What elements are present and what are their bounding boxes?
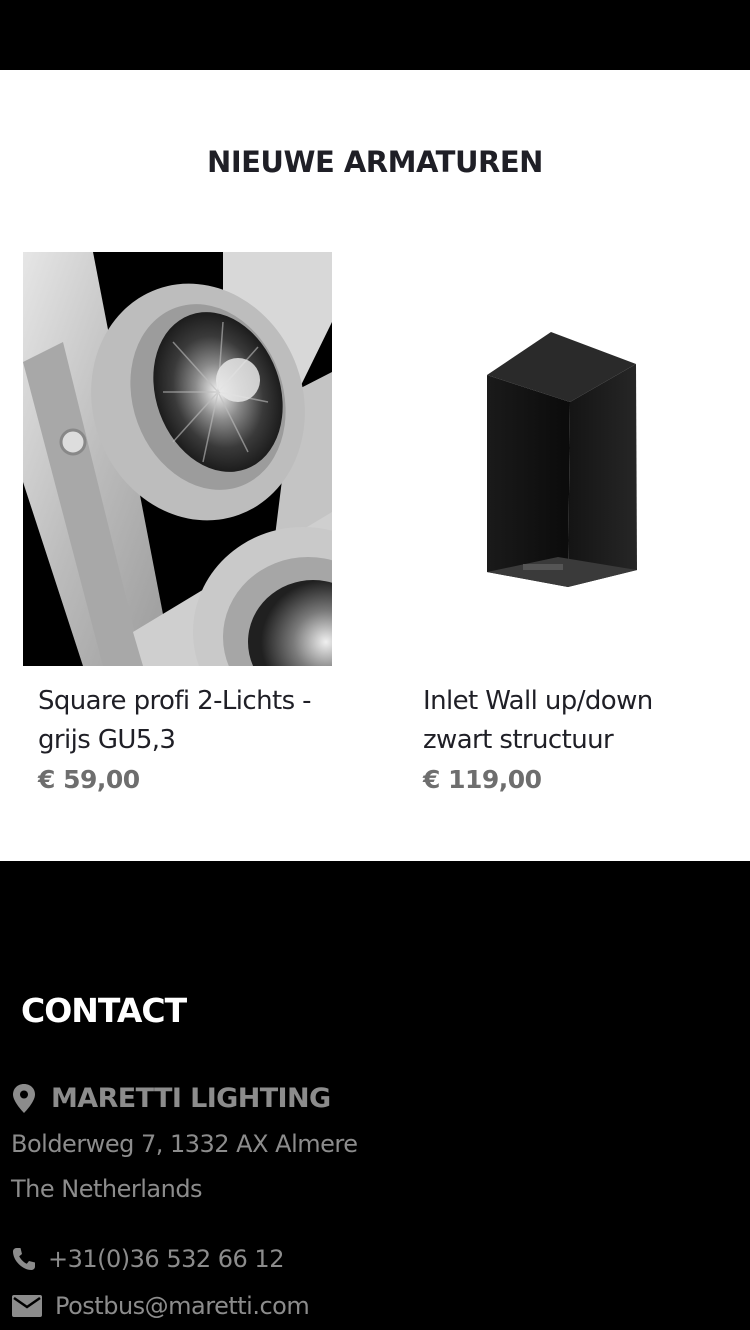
phone-icon — [11, 1246, 37, 1272]
top-header-bar — [0, 0, 750, 70]
contact-heading: CONTACT — [21, 991, 187, 1030]
email-link[interactable]: Postbus@maretti.com — [55, 1288, 310, 1324]
section-title: NIEUWE ARMATUREN — [207, 145, 543, 179]
mail-icon — [11, 1293, 43, 1319]
product-image-inlet-wall[interactable] — [408, 252, 717, 666]
phone-row: +31(0)36 532 66 12 — [11, 1241, 284, 1277]
address-line-1: Bolderweg 7, 1332 AX Almere — [11, 1130, 358, 1158]
mail-row: Postbus@maretti.com — [11, 1288, 310, 1324]
product-price: € 59,00 — [38, 765, 140, 794]
product-name-link[interactable]: Square profi 2-Lichts - grijs GU5,3 — [38, 682, 328, 760]
footer: CONTACT MARETTI LIGHTING Bolderweg 7, 13… — [0, 861, 750, 1330]
company-row: MARETTI LIGHTING — [11, 1079, 331, 1119]
phone-link[interactable]: +31(0)36 532 66 12 — [48, 1241, 284, 1277]
product-price: € 119,00 — [423, 765, 542, 794]
product-name-link[interactable]: Inlet Wall up/down zwart structuur — [423, 682, 713, 760]
company-name: MARETTI LIGHTING — [51, 1083, 331, 1114]
map-pin-icon — [11, 1083, 37, 1115]
product-image-square-profi[interactable] — [23, 252, 332, 666]
product-card: Inlet Wall up/down zwart structuur € 119… — [408, 252, 718, 800]
address-line-2: The Netherlands — [11, 1175, 203, 1203]
product-card: Square profi 2-Lichts - grijs GU5,3 € 59… — [23, 252, 333, 800]
